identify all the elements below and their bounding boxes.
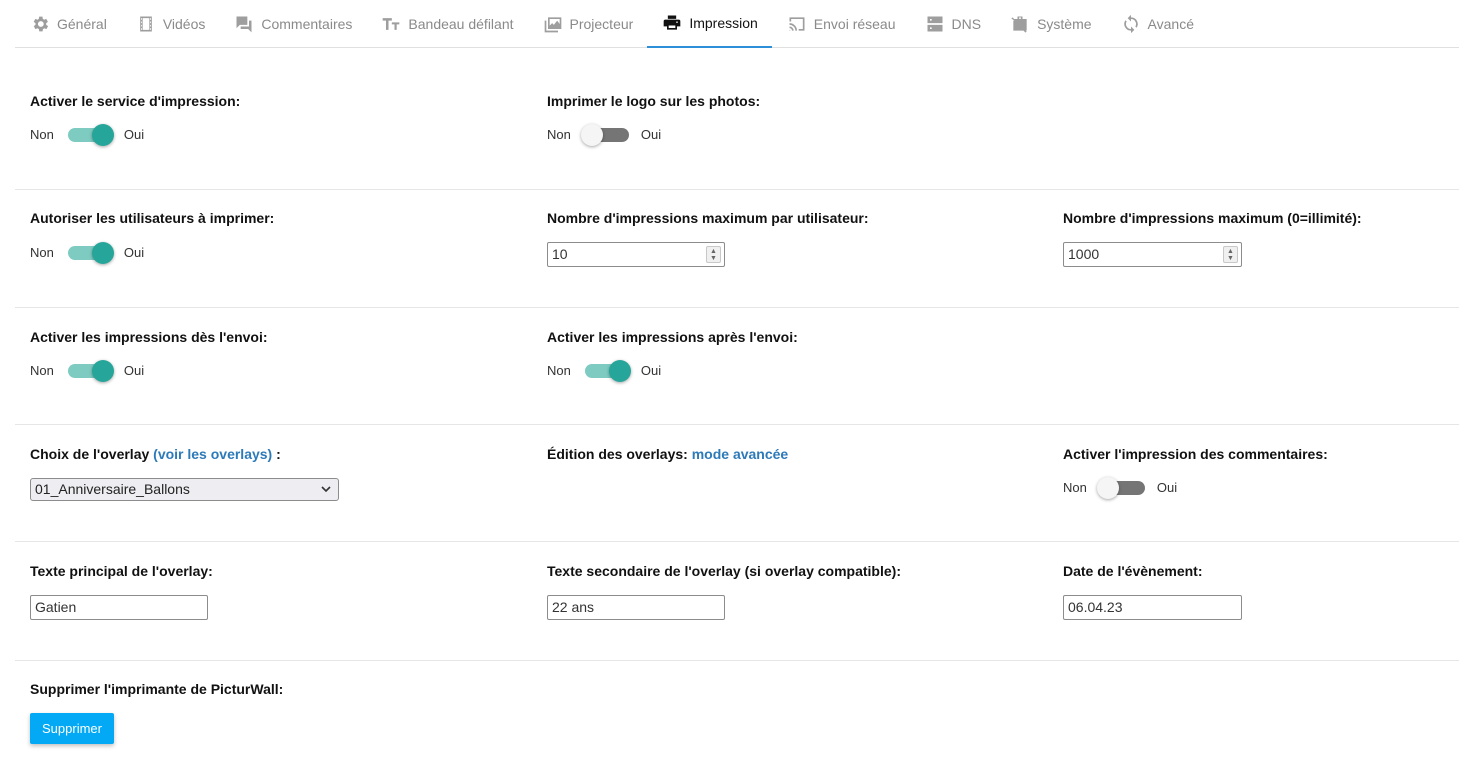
print-on-send-toggle: Non Oui <box>30 359 145 382</box>
print-service-toggle: Non Oui <box>30 123 145 146</box>
tab-videos[interactable]: Vidéos <box>121 0 220 47</box>
briefcase-off-icon <box>1009 13 1031 35</box>
tab-label: Système <box>1037 15 1092 32</box>
settings-row: Autoriser les utilisateurs à imprimer: N… <box>15 189 1459 308</box>
print-logo-label: Imprimer le logo sur les photos: <box>547 93 761 109</box>
toggle-on-label: Oui <box>123 126 145 142</box>
overlay-main-text-input[interactable]: Gatien <box>30 595 208 620</box>
tab-label: Vidéos <box>162 15 206 32</box>
event-date-value: 06.04.23 <box>1068 599 1123 615</box>
print-comments-switch[interactable] <box>1096 476 1147 499</box>
tab-label: Commentaires <box>261 15 353 32</box>
delete-printer-label: Supprimer l'imprimante de PicturWall: <box>30 681 284 697</box>
overlay-secondary-text-value: 22 ans <box>552 599 595 615</box>
allow-users-toggle: Non Oui <box>30 241 145 264</box>
settings-row: Activer le service d'impression: Non Oui… <box>15 72 1459 190</box>
overlay-main-text-value: Gatien <box>35 599 77 615</box>
toggle-off-label: Non <box>547 126 571 142</box>
gear-icon <box>29 13 51 35</box>
print-after-send-toggle: Non Oui <box>547 359 662 382</box>
allow-users-label: Autoriser les utilisateurs à imprimer: <box>30 210 275 226</box>
number-spinner[interactable]: ▲ ▼ <box>706 246 721 263</box>
max-per-user-input[interactable]: 10 ▲ ▼ <box>547 242 725 267</box>
tab-dns[interactable]: DNS <box>910 0 996 47</box>
tab-commentaires[interactable]: Commentaires <box>219 0 366 47</box>
view-overlays-link[interactable]: (voir les overlays) <box>153 446 272 462</box>
allow-users-switch[interactable] <box>67 241 114 264</box>
tab-impression[interactable]: Impression <box>647 0 772 48</box>
overlay-secondary-text-label: Texte secondaire de l'overlay (si overla… <box>547 563 901 579</box>
film-icon <box>135 13 157 35</box>
tab-avance[interactable]: Avancé <box>1106 0 1208 47</box>
settings-row: Choix de l'overlay (voir les overlays) :… <box>15 424 1459 542</box>
tab-general[interactable]: Général <box>15 0 121 47</box>
cast-icon <box>786 13 808 35</box>
print-service-switch[interactable] <box>67 123 114 146</box>
toggle-off-label: Non <box>30 244 54 260</box>
overlay-choice-label-text: Choix de l'overlay <box>30 446 154 462</box>
toggle-on-label: Oui <box>640 362 662 378</box>
max-per-user-label: Nombre d'impressions maximum par utilisa… <box>547 210 869 226</box>
chevron-down-icon <box>321 486 331 493</box>
overlay-secondary-text-input[interactable]: 22 ans <box>547 595 725 620</box>
print-comments-label: Activer l'impression des commentaires: <box>1063 446 1328 462</box>
tab-label: Bandeau défilant <box>408 15 514 32</box>
toggle-off-label: Non <box>547 362 571 378</box>
overlay-choice-label-suffix: : <box>272 446 281 462</box>
print-service-label: Activer le service d'impression: <box>30 93 241 109</box>
images-icon <box>542 13 564 35</box>
max-total-value: 1000 <box>1068 246 1100 262</box>
advanced-mode-link[interactable]: mode avancée <box>692 446 789 462</box>
print-logo-switch[interactable] <box>580 123 631 146</box>
text-size-icon <box>380 13 402 35</box>
overlay-edit-label-text: Édition des overlays: <box>547 446 692 462</box>
max-total-input[interactable]: 1000 ▲ ▼ <box>1063 242 1242 267</box>
print-on-send-label: Activer les impressions dès l'envoi: <box>30 329 268 345</box>
printer-icon <box>661 12 683 34</box>
overlay-select-value: 01_Anniversaire_Ballons <box>35 481 190 497</box>
print-after-send-switch[interactable] <box>584 359 631 382</box>
overlay-choice-label: Choix de l'overlay (voir les overlays) : <box>30 446 281 462</box>
toggle-on-label: Oui <box>1156 479 1178 495</box>
refresh-icon <box>1120 13 1142 35</box>
tab-label: Avancé <box>1147 15 1194 32</box>
tab-label: Envoi réseau <box>813 15 896 32</box>
overlay-select[interactable]: 01_Anniversaire_Ballons <box>30 478 339 501</box>
max-total-label: Nombre d'impressions maximum (0=illimité… <box>1063 210 1362 226</box>
number-spinner[interactable]: ▲ ▼ <box>1223 246 1238 263</box>
toggle-on-label: Oui <box>123 244 145 260</box>
toggle-off-label: Non <box>1063 479 1087 495</box>
settings-row: Texte principal de l'overlay: Gatien Tex… <box>15 541 1459 661</box>
server-icon <box>924 13 946 35</box>
settings-row: Activer les impressions dès l'envoi: Non… <box>15 307 1459 425</box>
print-on-send-switch[interactable] <box>67 359 114 382</box>
comments-icon <box>233 13 255 35</box>
tab-projecteur[interactable]: Projecteur <box>528 0 648 47</box>
overlay-main-text-label: Texte principal de l'overlay: <box>30 563 213 579</box>
toggle-off-label: Non <box>30 362 54 378</box>
max-per-user-value: 10 <box>552 246 568 262</box>
tab-label: Projecteur <box>569 15 634 32</box>
tab-label: Général <box>57 15 107 32</box>
delete-printer-button[interactable]: Supprimer <box>30 713 114 744</box>
print-logo-toggle: Non Oui <box>547 123 662 146</box>
toggle-on-label: Oui <box>123 362 145 378</box>
print-after-send-label: Activer les impressions après l'envoi: <box>547 329 798 345</box>
tab-systeme[interactable]: Système <box>995 0 1105 47</box>
settings-tabs: Général Vidéos Commentaires Bandeau défi… <box>15 0 1459 48</box>
tab-bandeau-defilant[interactable]: Bandeau défilant <box>366 0 527 47</box>
overlay-edit-label: Édition des overlays: mode avancée <box>547 446 788 462</box>
tab-label: Impression <box>689 15 758 31</box>
settings-row: Supprimer l'imprimante de PicturWall: Su… <box>15 660 1459 762</box>
tab-envoi-reseau[interactable]: Envoi réseau <box>772 0 910 47</box>
tab-label: DNS <box>951 15 982 32</box>
event-date-label: Date de l'évènement: <box>1063 563 1203 579</box>
print-comments-toggle: Non Oui <box>1063 476 1178 499</box>
toggle-off-label: Non <box>30 126 54 142</box>
toggle-on-label: Oui <box>640 126 662 142</box>
event-date-input[interactable]: 06.04.23 <box>1063 595 1242 620</box>
